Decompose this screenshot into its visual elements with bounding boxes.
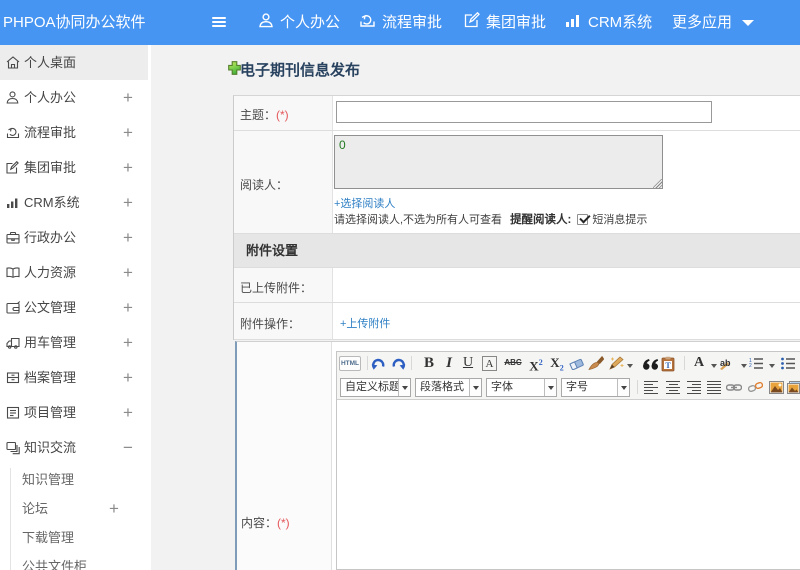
- svg-text:T: T: [665, 361, 671, 370]
- svg-text:ab: ab: [720, 358, 731, 368]
- svg-text:2: 2: [749, 363, 752, 369]
